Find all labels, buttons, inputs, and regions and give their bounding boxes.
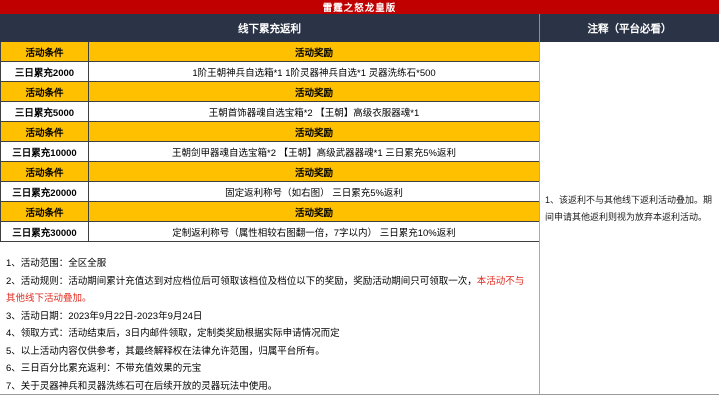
table-header-row: 活动条件 活动奖励 xyxy=(1,42,539,62)
condition-cell: 三日累充10000 xyxy=(1,142,89,161)
note-text: 6、三日百分比累充返利：不带充值效果的元宝 xyxy=(6,363,202,374)
reward-cell: 王朝剑甲器魂自选宝箱*2 【王朝】高级武器器魂*1 三日累充5%返利 xyxy=(172,147,456,159)
reward-header-cell: 活动奖励 xyxy=(294,47,333,59)
condition-header-cell: 活动条件 xyxy=(1,42,89,61)
note-text: 1、活动范围：全区全服 xyxy=(6,258,107,269)
promo-sheet: 雷霆之怒龙皇版 线下累充返利 注释（平台必看） 活动条件 活动奖励 三日累充20… xyxy=(0,0,719,400)
reward-cell: 固定返利称号（如右图） 三日累充5%返利 xyxy=(225,187,403,199)
note-line: 1、活动范围：全区全服 xyxy=(6,255,533,273)
condition-header-cell: 活动条件 xyxy=(1,202,89,221)
table-row: 三日累充10000 王朝剑甲器魂自选宝箱*2 【王朝】高级武器器魂*1 三日累充… xyxy=(1,142,539,162)
table-header-row: 活动条件 活动奖励 xyxy=(1,202,539,222)
note-text: 3、活动日期：2023年9月22日-2023年9月24日 xyxy=(6,310,203,322)
table-row: 三日累充20000 固定返利称号（如右图） 三日累充5%返利 xyxy=(1,182,539,202)
condition-cell: 三日累充30000 xyxy=(1,222,89,241)
reward-cell: 定制返利称号（属性相较右图翻一倍，7字以内） 三日累充10%返利 xyxy=(172,227,456,239)
platform-annotation: 1、该返利不与其他线下返利活动叠加。期间申请其他返利则视为放弃本返利活动。 xyxy=(545,195,713,222)
table-row: 三日累充30000 定制返利称号（属性相较右图翻一倍，7字以内） 三日累充10%… xyxy=(1,222,539,242)
note-line: 5、以上活动内容仅供参考，其最终解释权在法律允许范围，归属平台所有。 xyxy=(6,343,533,361)
condition-header-cell: 活动条件 xyxy=(1,82,89,101)
reward-header-cell: 活动奖励 xyxy=(294,127,333,139)
recharge-table: 活动条件 活动奖励 三日累充2000 1阶王朝神兵自选箱*1 1阶灵器神兵自选*… xyxy=(0,42,539,242)
condition-cell: 三日累充5000 xyxy=(1,102,89,121)
note-line: 6、三日百分比累充返利：不带充值效果的元宝 xyxy=(6,360,533,378)
note-text: 2、活动规则：活动期间累计充值达到对应档位后可领取该档位及档位以下的奖励，奖励活… xyxy=(6,275,477,287)
reward-cell: 王朝首饰器魂自选宝箱*2 【王朝】高级衣服器魂*1 xyxy=(208,107,420,119)
title-bar: 雷霆之怒龙皇版 xyxy=(0,0,719,14)
table-header-row: 活动条件 活动奖励 xyxy=(1,162,539,182)
page-title: 雷霆之怒龙皇版 xyxy=(322,3,397,14)
reward-cell: 1阶王朝神兵自选箱*1 1阶灵器神兵自选*1 灵器洗练石*500 xyxy=(192,67,436,79)
note-line: 4、领取方式：活动结束后，3日内邮件领取，定制类奖励根据实际申请情况而定 xyxy=(6,325,533,343)
reward-header-cell: 活动奖励 xyxy=(294,207,333,219)
annotation-panel: 1、该返利不与其他线下返利活动叠加。期间申请其他返利则视为放弃本返利活动。 xyxy=(540,42,719,394)
condition-header-cell: 活动条件 xyxy=(1,162,89,181)
section-header-rebate: 线下累充返利 xyxy=(0,14,540,42)
reward-header-cell: 活动奖励 xyxy=(294,87,333,99)
condition-header-cell: 活动条件 xyxy=(1,122,89,141)
table-row: 三日累充5000 王朝首饰器魂自选宝箱*2 【王朝】高级衣服器魂*1 xyxy=(1,102,539,122)
note-line: 2、活动规则：活动期间累计充值达到对应档位后可领取该档位及档位以下的奖励，奖励活… xyxy=(6,273,533,308)
table-header-row: 活动条件 活动奖励 xyxy=(1,82,539,102)
condition-cell: 三日累充20000 xyxy=(1,182,89,201)
condition-cell: 三日累充2000 xyxy=(1,62,89,81)
note-line: 7、关于灵器神兵和灵器洗练石可在后续开放的灵器玩法中使用。 xyxy=(6,378,533,396)
reward-header-cell: 活动奖励 xyxy=(294,167,333,179)
note-line: 3、活动日期：2023年9月22日-2023年9月24日 xyxy=(6,308,533,326)
note-text: 5、以上活动内容仅供参考，其最终解释权在法律允许范围，归属平台所有。 xyxy=(6,345,325,357)
section-header-row: 线下累充返利 注释（平台必看） xyxy=(0,14,719,42)
table-header-row: 活动条件 活动奖励 xyxy=(1,122,539,142)
note-text: 7、关于灵器神兵和灵器洗练石可在后续开放的灵器玩法中使用。 xyxy=(6,380,278,392)
notes-list: 1、活动范围：全区全服 2、活动规则：活动期间累计充值达到对应档位后可领取该档位… xyxy=(0,242,539,395)
section-header-annotation: 注释（平台必看） xyxy=(587,22,672,35)
note-text: 4、领取方式：活动结束后，3日内邮件领取，定制类奖励根据实际申请情况而定 xyxy=(6,328,340,339)
main-column: 活动条件 活动奖励 三日累充2000 1阶王朝神兵自选箱*1 1阶灵器神兵自选*… xyxy=(0,42,540,394)
content-area: 活动条件 活动奖励 三日累充2000 1阶王朝神兵自选箱*1 1阶灵器神兵自选*… xyxy=(0,42,719,395)
table-row: 三日累充2000 1阶王朝神兵自选箱*1 1阶灵器神兵自选*1 灵器洗练石*50… xyxy=(1,62,539,82)
